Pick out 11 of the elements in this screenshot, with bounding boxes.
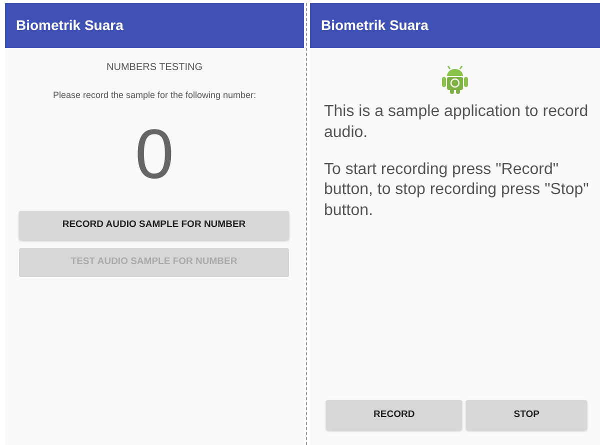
- button[interactable]: STOP: [466, 400, 587, 430]
- number-display: 0: [134, 118, 175, 188]
- button[interactable]: RECORD AUDIO SAMPLE FOR NUMBER: [19, 210, 289, 240]
- android-icon: [442, 66, 468, 94]
- app-bar-title: Biometrik Suara: [310, 3, 600, 48]
- instruction-text: Please record the sample for the following number:: [52, 89, 258, 102]
- paragraph: To start recording press "Record" button, to stop recording press "Stop" button.: [324, 160, 590, 222]
- app-bar-title: Biometrik Suara: [5, 3, 304, 48]
- paragraph: This is a sample application to record audio.: [324, 102, 590, 143]
- heading: NUMBERS TESTING: [106, 61, 204, 75]
- button[interactable]: RECORD: [326, 400, 462, 430]
